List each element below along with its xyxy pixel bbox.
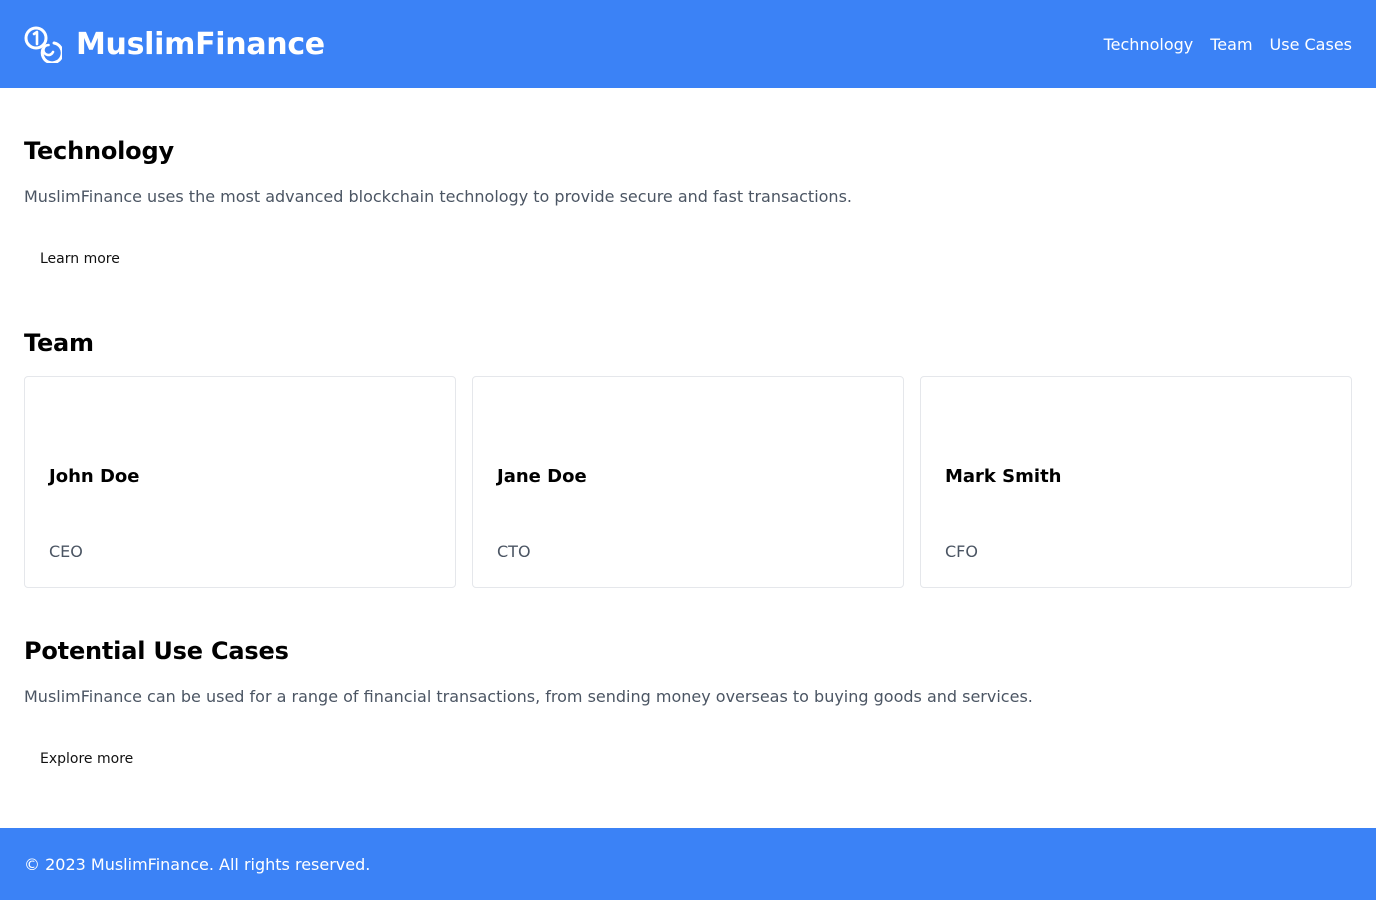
nav-link-team[interactable]: Team — [1210, 35, 1252, 54]
nav-link-use-cases[interactable]: Use Cases — [1270, 35, 1352, 54]
use-cases-title: Potential Use Cases — [24, 637, 289, 665]
footer-copyright: © 2023 MuslimFinance. All rights reserve… — [24, 854, 371, 874]
technology-title: Technology — [24, 137, 174, 165]
main-content: Technology MuslimFinance uses the most a… — [0, 88, 1376, 828]
use-cases-description: MuslimFinance can be used for a range of… — [24, 687, 1033, 706]
member-role: CEO — [49, 542, 83, 561]
member-role: CTO — [497, 542, 531, 561]
explore-more-button[interactable]: Explore more — [40, 751, 133, 767]
team-card-jane-doe: Jane Doe CTO — [472, 376, 904, 588]
site-header: MuslimFinance Technology Team Use Cases — [0, 0, 1376, 88]
coins-icon — [24, 26, 62, 63]
technology-description: MuslimFinance uses the most advanced blo… — [24, 187, 852, 206]
team-grid: John Doe CEO Jane Doe CTO Mark Smith CFO — [24, 376, 1352, 588]
nav-link-technology[interactable]: Technology — [1104, 35, 1194, 54]
team-title: Team — [24, 329, 94, 357]
site-footer: © 2023 MuslimFinance. All rights reserve… — [0, 828, 1376, 900]
brand-name: MuslimFinance — [76, 26, 325, 62]
member-name: John Doe — [49, 466, 140, 487]
team-card-john-doe: John Doe CEO — [24, 376, 456, 588]
main-nav: Technology Team Use Cases — [1104, 35, 1352, 54]
member-name: Jane Doe — [497, 466, 587, 487]
member-role: CFO — [945, 542, 978, 561]
learn-more-button[interactable]: Learn more — [40, 251, 120, 267]
member-name: Mark Smith — [945, 466, 1062, 487]
brand[interactable]: MuslimFinance — [24, 25, 325, 63]
team-card-mark-smith: Mark Smith CFO — [920, 376, 1352, 588]
